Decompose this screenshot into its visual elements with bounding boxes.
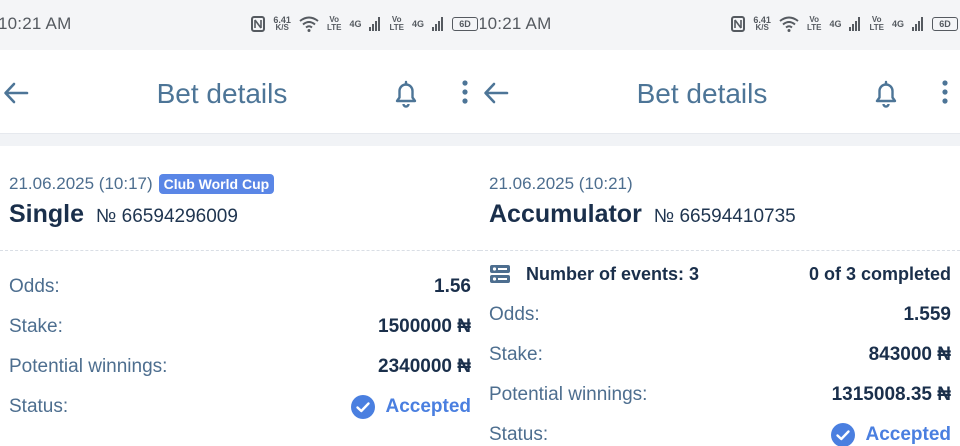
status-label: Status: (489, 424, 549, 445)
odds-row: Odds: 1.559 (489, 301, 951, 329)
status-bar: 10:21 AM 6.41 K/S Vo LTE 4G Vo LTE 4G 6D (480, 0, 960, 50)
battery-icon: 6D (452, 17, 478, 31)
status-icons: 6.41 K/S Vo LTE 4G Vo LTE 4G 6D (251, 12, 478, 36)
bet-type: Accumulator (489, 200, 642, 228)
status-time: 10:21 AM (480, 14, 552, 33)
potential-winnings-value: 2340000 ₦ (378, 356, 471, 377)
stake-label: Stake: (489, 344, 543, 365)
odds-label: Odds: (9, 276, 60, 297)
odds-row: Odds: 1.56 (9, 273, 471, 301)
events-count-text: Number of events: 3 (526, 263, 700, 284)
potential-winnings-row: Potential winnings: 1315008.35 ₦ (489, 381, 951, 409)
page-title: Bet details (636, 78, 768, 109)
stake-value: 843000 ₦ (868, 344, 951, 365)
stake-row: Stake: 843000 ₦ (489, 341, 951, 369)
signal-1: 4G (829, 19, 842, 29)
signal-bars-icon (849, 17, 861, 31)
notifications-button[interactable] (870, 78, 902, 110)
check-circle-icon (351, 395, 376, 419)
bet-number: № 66594410735 (653, 206, 796, 227)
more-options-button[interactable] (455, 78, 475, 110)
nfc-icon (251, 16, 266, 32)
section-gap (480, 134, 960, 146)
divider (480, 250, 960, 251)
bet-datetime-line: 21.06.2025 (10:17) Club World Cup (9, 174, 275, 194)
bet-card: 21.06.2025 (10:17) Club World Cup Single… (0, 146, 480, 446)
wifi-icon (299, 16, 319, 32)
status-row: Status: Accepted (9, 393, 471, 421)
bet-type: Single (9, 200, 85, 228)
stake-label: Stake: (9, 316, 63, 337)
status-bar: 10:21 AM 6.41 K/S Vo LTE 4G Vo LTE 4G 6D (0, 0, 480, 50)
events-row[interactable]: Number of events: 3 0 of 3 completed (489, 260, 951, 288)
volte-1: Vo LTE (326, 15, 342, 32)
potential-winnings-row: Potential winnings: 2340000 ₦ (9, 353, 471, 381)
stake-value: 1500000 ₦ (378, 316, 471, 337)
more-vertical-icon (942, 80, 948, 104)
status-text: Accepted (385, 396, 471, 417)
wifi-icon (779, 16, 799, 32)
odds-value: 1.559 (903, 304, 951, 325)
signal-bars-icon (912, 17, 923, 31)
volte-2: Vo LTE (869, 15, 884, 32)
status-icons: 6.41 K/S Vo LTE 4G Vo LTE 4G 6D (731, 12, 958, 36)
screen-accumulator-bet: 10:21 AM 6.41 K/S Vo LTE 4G Vo LTE 4G 6D Be… (480, 0, 960, 446)
section-gap (0, 134, 480, 146)
potential-winnings-label: Potential winnings: (9, 356, 168, 377)
bet-datetime: 21.06.2025 (10:21) (489, 174, 633, 193)
status-label: Status: (9, 396, 69, 417)
volte-2: Vo LTE (389, 15, 404, 32)
stake-row: Stake: 1500000 ₦ (9, 313, 471, 341)
nfc-icon (731, 16, 746, 32)
battery-icon: 6D (932, 17, 958, 31)
screen-single-bet: 10:21 AM 6.41 K/S Vo LTE 4G Vo LTE 4G 6D Be… (0, 0, 480, 446)
notifications-button[interactable] (390, 78, 422, 110)
net-speed: 6.41 K/S (753, 15, 771, 32)
odds-label: Odds: (489, 304, 540, 325)
app-bar: Bet details (0, 50, 480, 134)
net-speed: 6.41 K/S (273, 15, 291, 32)
status-text: Accepted (865, 424, 951, 445)
bet-datetime-line: 21.06.2025 (10:21) (489, 174, 633, 194)
tournament-badge: Club World Cup (158, 174, 275, 194)
signal-bars-icon (432, 17, 443, 31)
events-list-icon (490, 265, 510, 283)
volte-1: Vo LTE (806, 15, 822, 32)
page-title: Bet details (156, 78, 288, 109)
bell-icon (875, 80, 897, 108)
status-value: Accepted (351, 395, 471, 419)
bell-icon (395, 80, 417, 108)
events-progress: 0 of 3 completed (808, 263, 951, 284)
more-vertical-icon (462, 80, 468, 104)
signal-2: 4G (411, 19, 424, 29)
bet-card: 21.06.2025 (10:21) Accumulator № 6659441… (480, 146, 960, 446)
status-value: Accepted (831, 423, 951, 446)
divider (0, 250, 480, 251)
events-count: Number of events: 3 (489, 263, 699, 285)
bet-heading: Single № 66594296009 (9, 200, 238, 229)
bet-datetime: 21.06.2025 (10:17) (9, 174, 153, 193)
app-bar: Bet details (480, 50, 960, 134)
bet-number: № 66594296009 (96, 206, 238, 227)
bet-heading: Accumulator № 66594410735 (489, 200, 796, 229)
odds-value: 1.56 (434, 276, 471, 297)
signal-1: 4G (349, 19, 362, 29)
check-circle-icon (831, 423, 856, 446)
status-row: Status: Accepted (489, 421, 951, 446)
signal-bars-icon (369, 17, 381, 31)
potential-winnings-value: 1315008.35 ₦ (831, 384, 951, 405)
status-time: 10:21 AM (0, 14, 72, 33)
potential-winnings-label: Potential winnings: (489, 384, 648, 405)
signal-2: 4G (891, 19, 904, 29)
more-options-button[interactable] (935, 78, 955, 110)
